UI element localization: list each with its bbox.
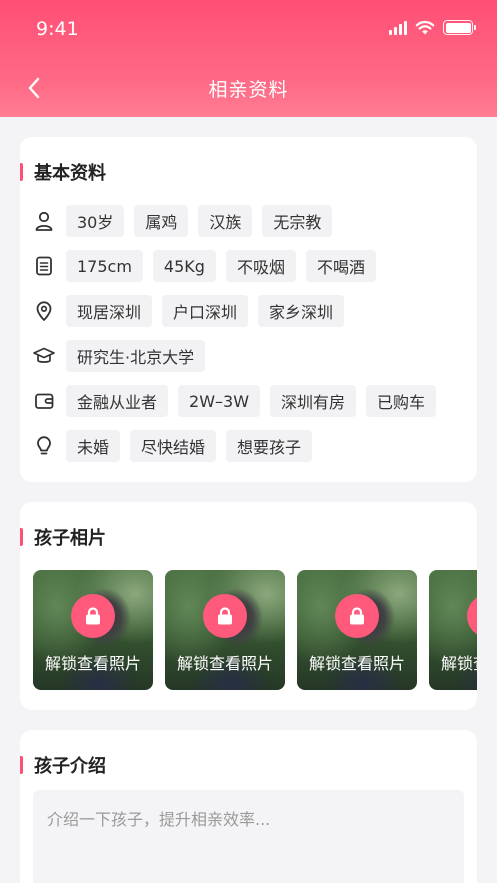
graduation-cap-icon: [32, 344, 56, 368]
locked-photo[interactable]: 解锁查看照片: [33, 570, 153, 690]
tag: 研究生·北京大学: [66, 340, 206, 372]
tag: 属鸡: [134, 205, 189, 237]
info-row-personal: 30岁 属鸡 汉族 无宗教: [32, 205, 333, 237]
location-pin-icon: [32, 299, 56, 323]
status-bar: 9:41: [0, 0, 497, 60]
status-time: 9:41: [36, 18, 79, 40]
person-icon: [32, 209, 56, 233]
child-photos-header: 孩子相片: [20, 524, 106, 550]
child-intro-title: 孩子介绍: [34, 756, 106, 777]
section-accent-bar: [20, 756, 23, 774]
locked-photo[interactable]: 解锁查看照片: [429, 570, 477, 690]
tag: 现居深圳: [66, 295, 153, 327]
child-photos-card: 孩子相片 解锁查看照片 解锁查看照片 解锁查看照片 解锁: [20, 502, 477, 710]
unlock-photo-label: 解锁查看照片: [308, 654, 405, 673]
tag: 未婚: [66, 430, 121, 462]
info-row-marriage: 未婚 尽快结婚 想要孩子: [32, 430, 313, 462]
cellular-signal-icon: [389, 20, 407, 35]
section-accent-bar: [20, 163, 23, 181]
tag: 175cm: [66, 250, 143, 282]
photo-list: 解锁查看照片 解锁查看照片 解锁查看照片 解锁查看照片: [33, 570, 477, 690]
nav-bar: 相亲资料: [0, 62, 497, 116]
tag: 金融从业者: [66, 385, 169, 417]
tag: 尽快结婚: [130, 430, 217, 462]
page-title: 相亲资料: [208, 79, 289, 101]
child-intro-header: 孩子介绍: [20, 752, 106, 778]
tag: 汉族: [198, 205, 253, 237]
unlock-photo-label: 解锁查看照片: [440, 654, 477, 673]
tag: 不吸烟: [225, 250, 296, 282]
info-row-finance: 金融从业者 2W–3W 深圳有房 已购车: [32, 385, 437, 417]
tag: 30岁: [66, 205, 125, 237]
tag: 想要孩子: [226, 430, 313, 462]
tag: 45Kg: [152, 250, 216, 282]
battery-icon: [443, 20, 476, 35]
lightbulb-icon: [32, 434, 56, 458]
document-icon: [32, 254, 56, 278]
child-intro-card: 孩子介绍: [20, 730, 477, 883]
info-row-location: 现居深圳 户口深圳 家乡深圳: [32, 295, 345, 327]
unlock-photo-label: 解锁查看照片: [176, 654, 273, 673]
lock-icon: [335, 594, 379, 638]
basic-info-title: 基本资料: [34, 163, 106, 184]
status-icons: [389, 20, 476, 35]
tag: 深圳有房: [270, 385, 357, 417]
tag: 家乡深圳: [258, 295, 345, 327]
tag: 已购车: [366, 385, 437, 417]
child-intro-input[interactable]: [33, 790, 464, 883]
basic-info-card: 基本资料 30岁 属鸡 汉族 无宗教 175cm 45Kg 不吸烟 不喝酒 现居…: [20, 137, 477, 482]
locked-photo[interactable]: 解锁查看照片: [165, 570, 285, 690]
basic-info-header: 基本资料: [20, 159, 106, 185]
wallet-icon: [32, 389, 56, 413]
unlock-photo-label: 解锁查看照片: [44, 654, 141, 673]
section-accent-bar: [20, 528, 23, 546]
wifi-icon: [415, 20, 435, 35]
lock-icon: [203, 594, 247, 638]
locked-photo[interactable]: 解锁查看照片: [297, 570, 417, 690]
tag: 无宗教: [262, 205, 333, 237]
child-photos-title: 孩子相片: [34, 528, 106, 549]
tag: 不喝酒: [305, 250, 376, 282]
lock-icon: [71, 594, 115, 638]
info-row-body: 175cm 45Kg 不吸烟 不喝酒: [32, 250, 376, 282]
tag: 2W–3W: [178, 385, 261, 417]
tag: 户口深圳: [162, 295, 249, 327]
info-row-education: 研究生·北京大学: [32, 340, 206, 372]
header: 9:41 相亲资料: [0, 0, 497, 117]
